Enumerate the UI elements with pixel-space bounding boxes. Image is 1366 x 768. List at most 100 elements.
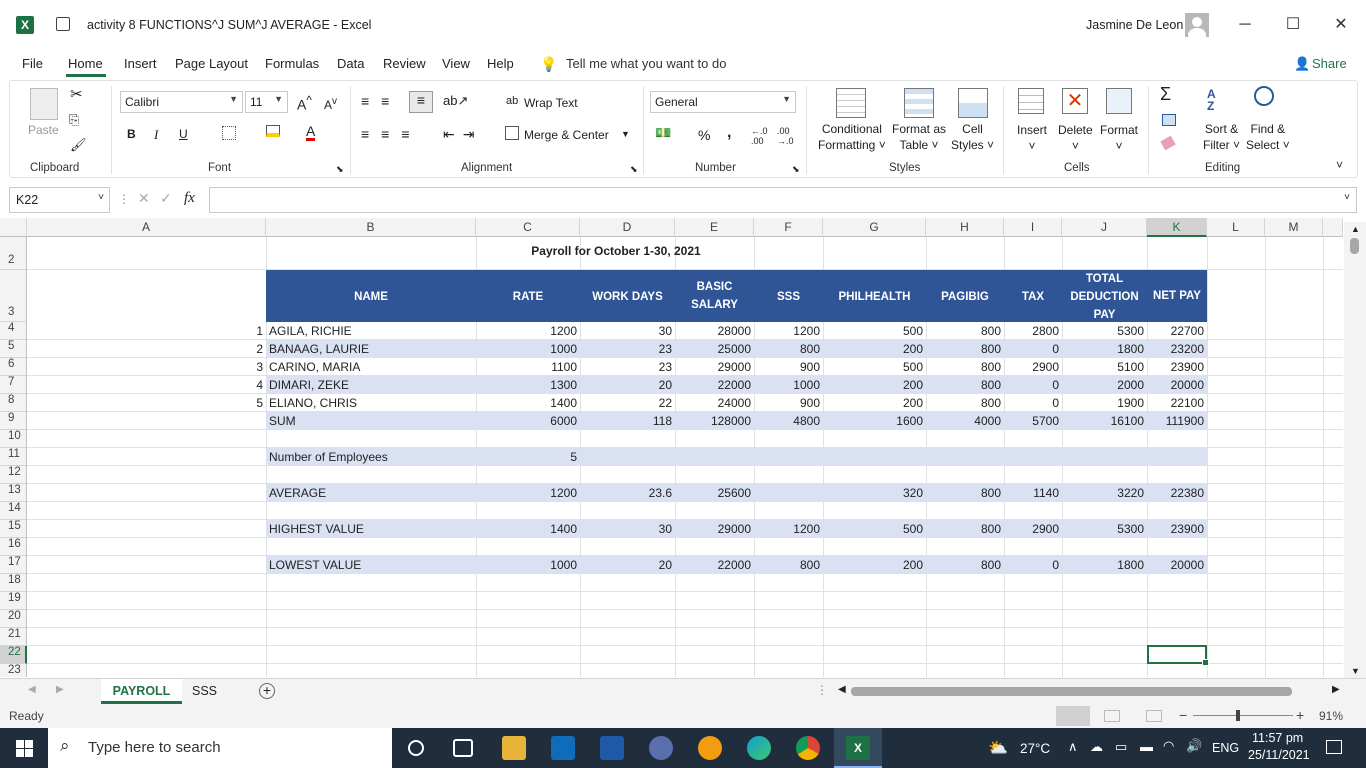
share-button[interactable]: Share xyxy=(1312,56,1347,71)
paste-icon[interactable] xyxy=(30,88,58,120)
employee-days-cell[interactable]: 22 xyxy=(580,395,675,412)
employee-tax-cell[interactable]: 2800 xyxy=(1004,323,1062,340)
lowest-basic-cell[interactable]: 22000 xyxy=(675,557,754,574)
col-header-n[interactable] xyxy=(1323,218,1343,237)
edge-icon[interactable] xyxy=(747,736,771,760)
sheet-tab-payroll[interactable]: PAYROLL xyxy=(101,679,182,704)
name-box[interactable]: K22 ˅ xyxy=(9,187,110,213)
employee-basic-cell[interactable]: 25000 xyxy=(675,341,754,358)
highest-label-cell[interactable]: HIGHEST VALUE xyxy=(269,521,474,538)
employee-basic-cell[interactable]: 28000 xyxy=(675,323,754,340)
employee-phil-cell[interactable]: 200 xyxy=(823,395,926,412)
lowest-rate-cell[interactable]: 1000 xyxy=(476,557,580,574)
employee-basic-cell[interactable]: 24000 xyxy=(675,395,754,412)
battery-icon[interactable]: ▬ xyxy=(1140,739,1153,754)
col-header-i[interactable]: I xyxy=(1004,218,1062,237)
autosum-button[interactable]: Σ xyxy=(1160,84,1171,105)
employee-total-cell[interactable]: 1800 xyxy=(1062,341,1147,358)
row-header[interactable]: 5 xyxy=(0,340,27,358)
row-header[interactable]: 7 xyxy=(0,376,27,394)
employee-name-cell[interactable]: AGILA, RICHIE xyxy=(269,323,474,340)
spreadsheet-grid[interactable]: A B C D E F G H I J K L M 2 3 4 5 6 7 8 … xyxy=(0,218,1366,677)
scroll-right-icon[interactable]: ▶ xyxy=(1332,684,1340,695)
dialog-launcher-icon[interactable]: ⬊ xyxy=(630,164,638,175)
employee-name-cell[interactable]: BANAAG, LAURIE xyxy=(269,341,474,358)
select-all-corner[interactable] xyxy=(0,218,27,237)
row-header[interactable]: 21 xyxy=(0,628,27,646)
tab-page-layout[interactable]: Page Layout xyxy=(175,56,248,71)
average-net-cell[interactable]: 22380 xyxy=(1147,485,1207,502)
employee-sss-cell[interactable]: 800 xyxy=(754,341,823,358)
scroll-up-icon[interactable]: ▲ xyxy=(1351,224,1360,234)
bold-button[interactable]: B xyxy=(127,127,136,141)
row-header[interactable]: 10 xyxy=(0,430,27,448)
employee-net-cell[interactable]: 23900 xyxy=(1147,359,1207,376)
zoom-slider[interactable] xyxy=(1193,715,1293,716)
app-icon[interactable] xyxy=(600,736,624,760)
percent-button[interactable]: % xyxy=(698,127,710,143)
insert-cells-button[interactable]: Insert ˅ xyxy=(1017,122,1047,154)
employee-sss-cell[interactable]: 900 xyxy=(754,359,823,376)
row-header[interactable]: 14 xyxy=(0,502,27,520)
wifi-icon[interactable]: ◠ xyxy=(1163,738,1174,754)
number-format-dropdown[interactable]: General ▼ xyxy=(650,91,796,113)
row-header[interactable]: 16 xyxy=(0,538,27,556)
employee-days-cell[interactable]: 23 xyxy=(580,359,675,376)
format-painter-icon[interactable]: 🖌 xyxy=(70,137,87,153)
orientation-icon[interactable]: ab↗ xyxy=(443,93,468,109)
tab-data[interactable]: Data xyxy=(337,56,364,71)
collapse-ribbon-icon[interactable]: ˅ xyxy=(1336,158,1343,172)
sum-days-cell[interactable]: 118 xyxy=(580,413,675,430)
fill-color-icon[interactable] xyxy=(266,125,280,137)
cell-styles-button[interactable]: Cell Styles ˅ xyxy=(951,121,994,153)
employee-net-cell[interactable]: 22100 xyxy=(1147,395,1207,412)
vertical-align-icons[interactable]: ≡≡ xyxy=(361,93,401,109)
employee-sss-cell[interactable]: 1200 xyxy=(754,323,823,340)
employee-rate-cell[interactable]: 1300 xyxy=(476,377,580,394)
page-layout-view-icon[interactable] xyxy=(1104,710,1120,722)
col-header-j[interactable]: J xyxy=(1062,218,1147,237)
insert-function-button[interactable]: fx xyxy=(184,190,195,207)
highest-tax-cell[interactable]: 2900 xyxy=(1004,521,1062,538)
sum-rate-cell[interactable]: 6000 xyxy=(476,413,580,430)
employee-sss-cell[interactable]: 900 xyxy=(754,395,823,412)
col-header-d[interactable]: D xyxy=(580,218,675,237)
prev-sheet-icon[interactable]: ◀ xyxy=(28,684,36,695)
format-as-table-button[interactable]: Format as Table ˅ xyxy=(892,121,946,153)
cut-icon[interactable]: ✂ xyxy=(70,85,83,103)
normal-view-icon[interactable] xyxy=(1056,706,1090,726)
lowest-phil-cell[interactable]: 200 xyxy=(823,557,926,574)
row-header[interactable]: 15 xyxy=(0,520,27,538)
employee-number-cell[interactable]: 5 xyxy=(27,395,266,412)
weather-temp[interactable]: 27°C xyxy=(1020,741,1050,756)
highest-days-cell[interactable]: 30 xyxy=(580,521,675,538)
chevron-down-icon[interactable]: ▼ xyxy=(621,129,630,139)
meet-icon[interactable]: ▭ xyxy=(1115,739,1127,755)
comma-button[interactable]: , xyxy=(727,124,731,142)
task-view-icon[interactable] xyxy=(453,739,473,757)
employee-net-cell[interactable]: 23200 xyxy=(1147,341,1207,358)
row-header[interactable]: 22 xyxy=(0,646,27,664)
employee-name-cell[interactable]: CARINO, MARIA xyxy=(269,359,474,376)
shrink-font-icon[interactable]: Av xyxy=(324,96,337,112)
employee-count-value-cell[interactable]: 5 xyxy=(476,449,580,466)
wrap-text-button[interactable]: Wrap Text xyxy=(524,96,578,110)
formula-input[interactable]: ˅ xyxy=(209,187,1357,213)
horizontal-align-icons[interactable]: ≡≡≡ xyxy=(361,126,422,142)
sum-total-cell[interactable]: 16100 xyxy=(1062,413,1147,430)
employee-days-cell[interactable]: 30 xyxy=(580,323,675,340)
col-header-l[interactable]: L xyxy=(1207,218,1265,237)
employee-tax-cell[interactable]: 0 xyxy=(1004,341,1062,358)
grow-font-icon[interactable]: A^ xyxy=(297,94,312,113)
autosave-icon[interactable] xyxy=(56,17,70,31)
average-phil-cell[interactable]: 320 xyxy=(823,485,926,502)
zoom-level[interactable]: 91% xyxy=(1319,709,1343,723)
row-header[interactable]: 19 xyxy=(0,592,27,610)
decrease-decimal-icon[interactable]: .00 →.0 xyxy=(777,126,794,146)
row-header[interactable]: 9 xyxy=(0,412,27,430)
delete-cells-button[interactable]: Delete ˅ xyxy=(1058,122,1093,154)
employee-tax-cell[interactable]: 0 xyxy=(1004,395,1062,412)
row-header[interactable]: 3 xyxy=(0,270,27,322)
vertical-scrollbar[interactable]: ▲ ▼ xyxy=(1344,222,1366,678)
font-size-dropdown[interactable]: 11 ▼ xyxy=(245,91,288,113)
